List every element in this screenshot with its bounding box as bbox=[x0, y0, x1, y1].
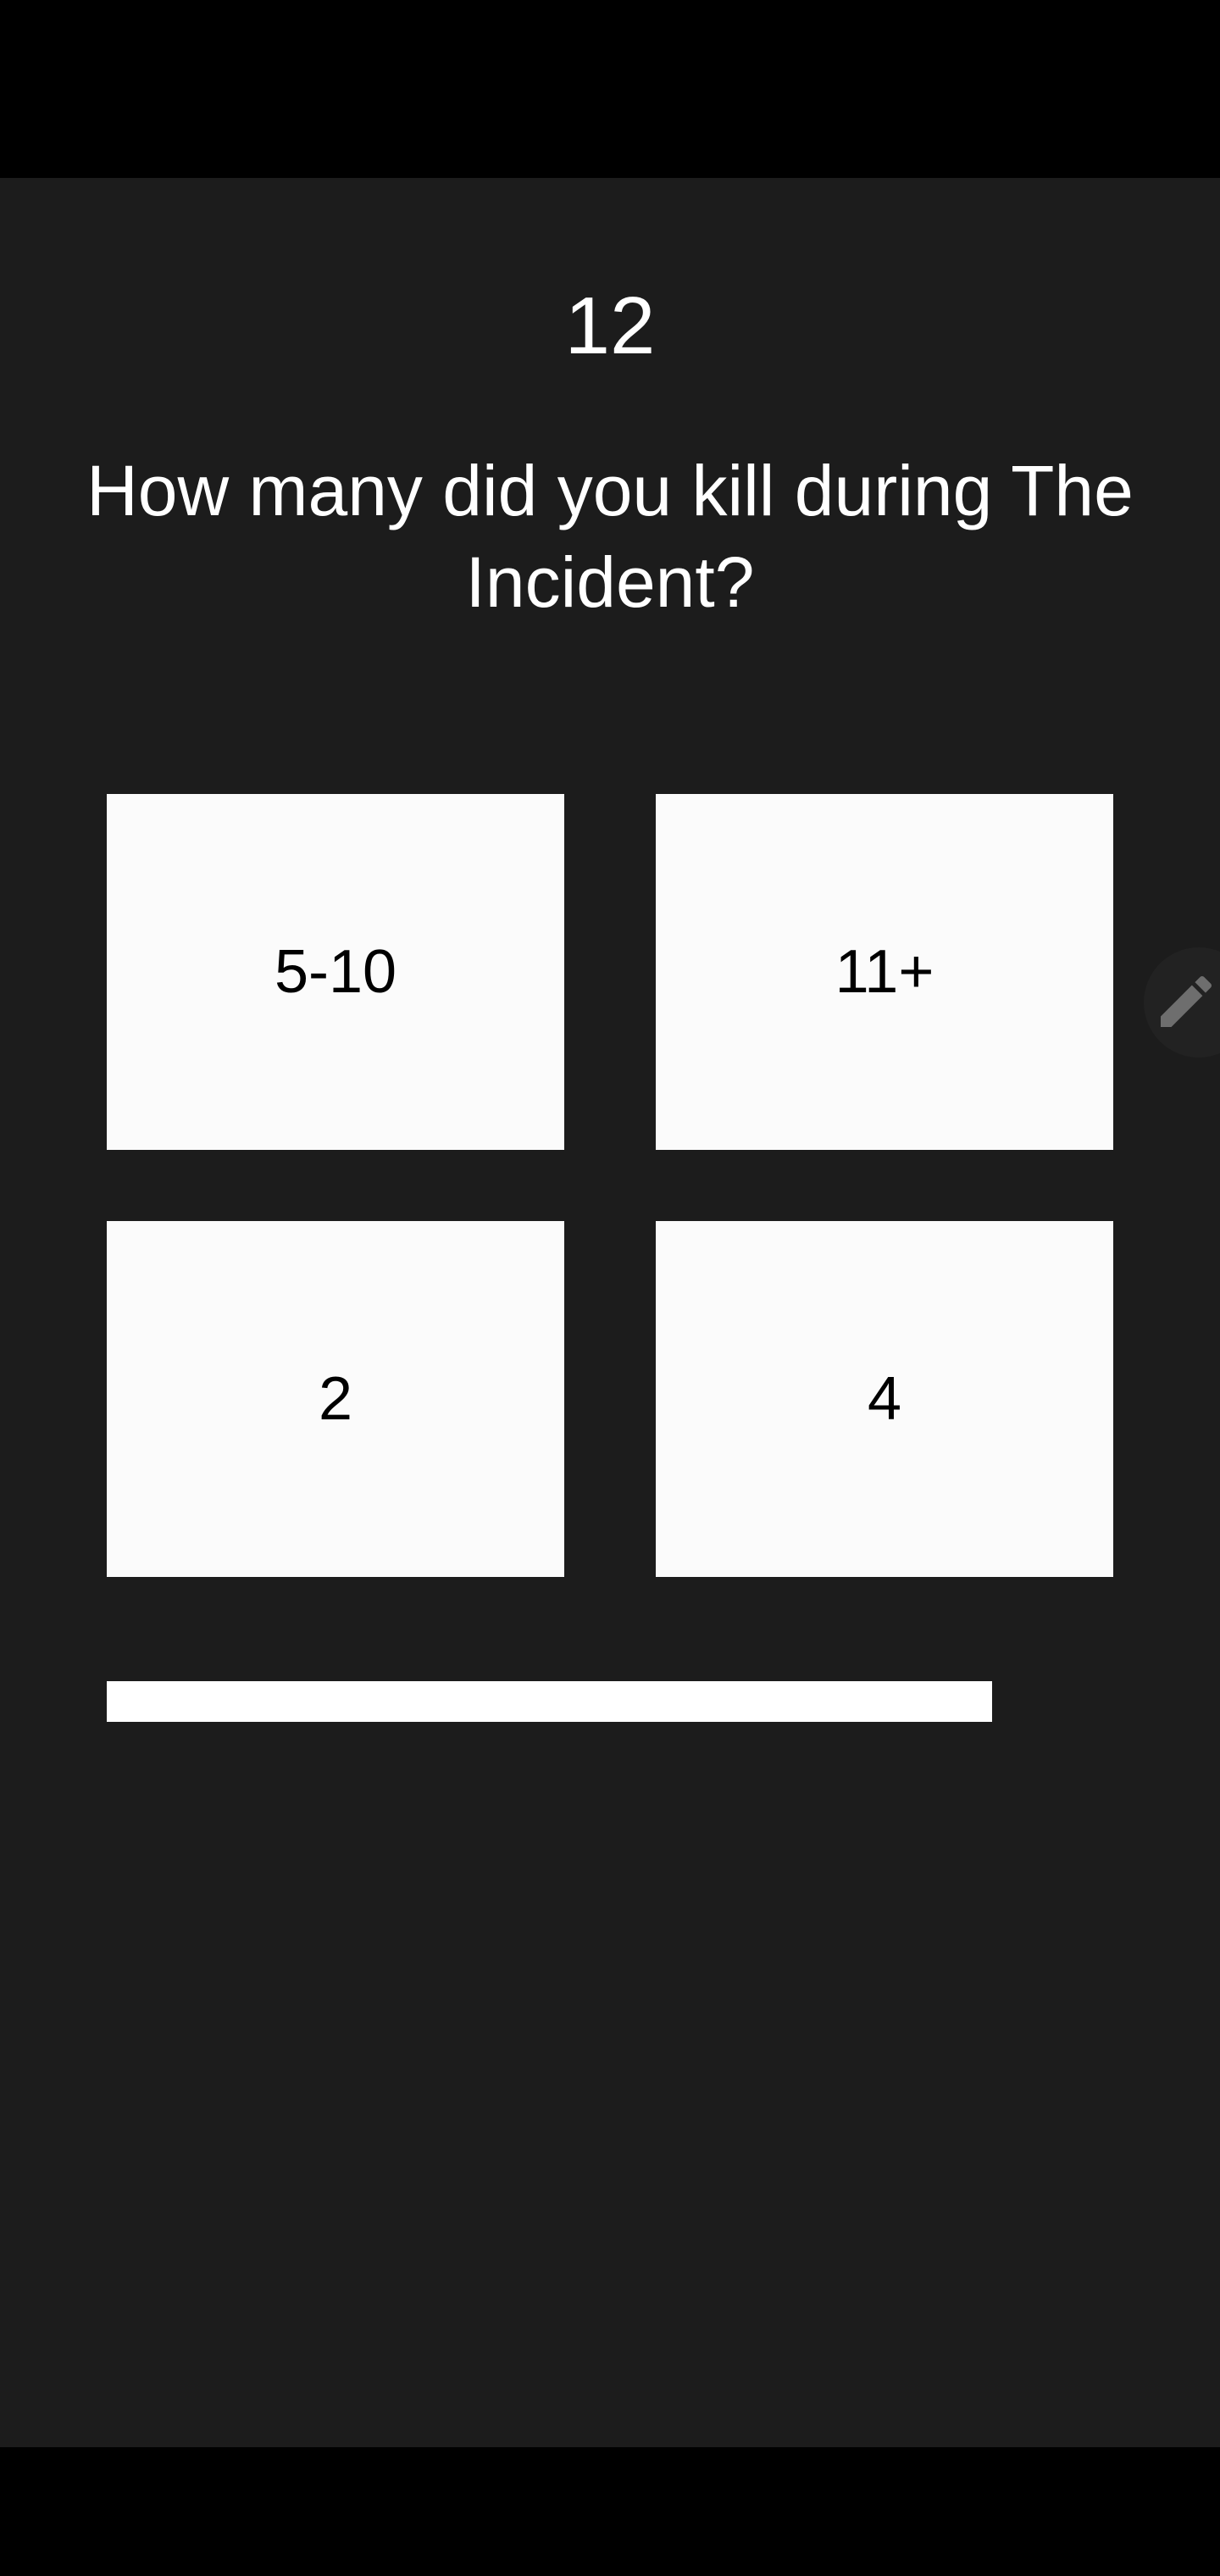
question-number: 12 bbox=[564, 280, 656, 371]
answer-option-4[interactable]: 4 bbox=[656, 1221, 1113, 1577]
progress-fill bbox=[107, 1681, 993, 1722]
question-text: How many did you kill during The Inciden… bbox=[86, 451, 1134, 622]
answer-option-2[interactable]: 11+ bbox=[656, 794, 1113, 1150]
progress-bar bbox=[107, 1681, 1113, 1722]
pencil-icon bbox=[1161, 975, 1212, 1027]
status-bar bbox=[0, 0, 1220, 178]
answer-option-1[interactable]: 5-10 bbox=[107, 794, 564, 1150]
navigation-bar bbox=[0, 2447, 1220, 2576]
answer-option-3[interactable]: 2 bbox=[107, 1221, 564, 1577]
